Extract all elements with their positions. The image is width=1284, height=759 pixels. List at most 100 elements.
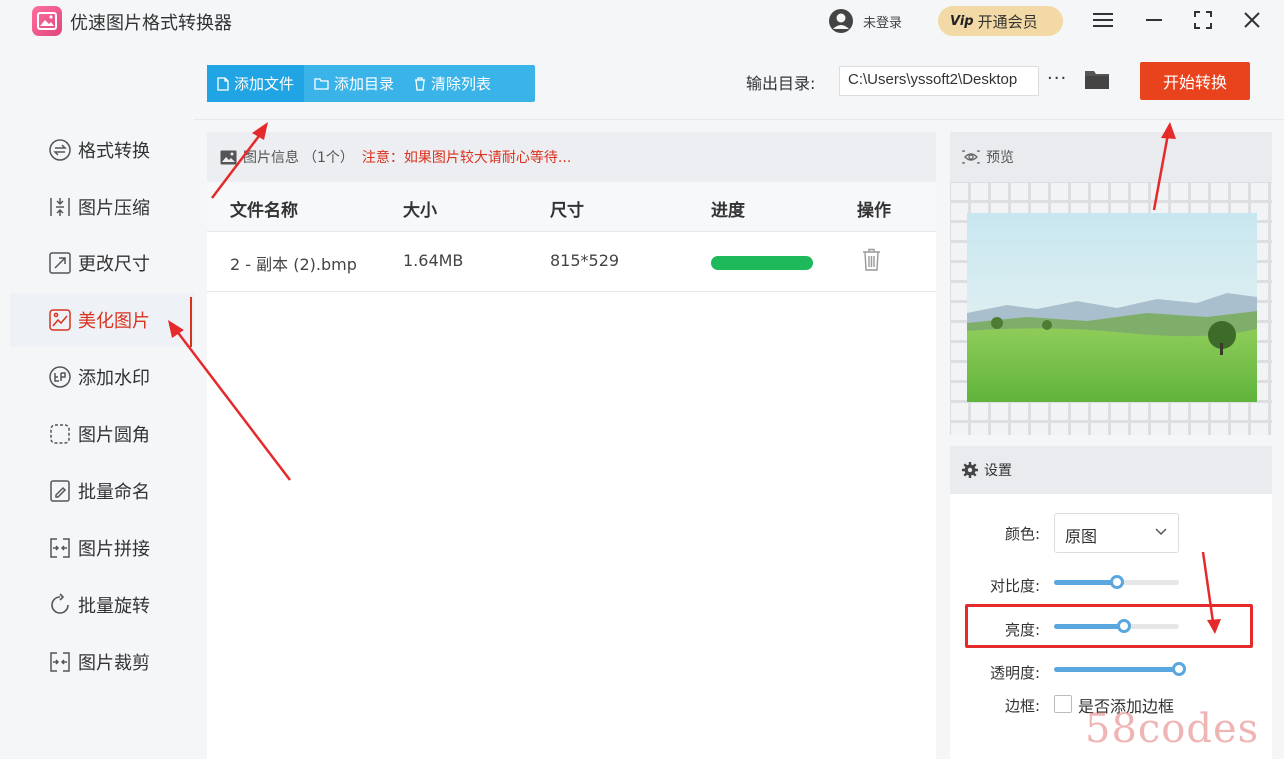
sidebar-item-beautify[interactable]: 美化图片 xyxy=(10,293,194,347)
app-logo-icon xyxy=(32,6,62,36)
border-label: 边框: xyxy=(1004,697,1040,715)
sidebar-item-label: 图片裁剪 xyxy=(78,653,150,674)
output-dir-input[interactable]: C:\Users\yssoft2\Desktop xyxy=(839,66,1039,96)
table-header: 文件名称 大小 尺寸 进度 操作 xyxy=(207,182,936,232)
user-avatar-icon xyxy=(829,9,853,33)
sidebar-item-rotate[interactable]: 批量旋转 xyxy=(10,578,194,632)
sidebar-item-stitch[interactable]: 图片拼接 xyxy=(10,521,194,575)
minimize-icon[interactable] xyxy=(1140,6,1168,34)
border-checkbox[interactable] xyxy=(1054,695,1072,713)
opacity-label: 透明度: xyxy=(989,664,1040,682)
image-info-label: 图片信息 xyxy=(243,150,299,166)
sidebar-item-label: 批量命名 xyxy=(78,482,150,503)
vip-badge-icon: Vip xyxy=(950,13,974,29)
file-list-panel: 图片信息 （1个） 注意：如果图片较大请耐心等待... 文件名称 大小 尺寸 进… xyxy=(207,132,936,759)
opacity-slider[interactable] xyxy=(1054,662,1186,676)
image-info-bar: 图片信息 （1个） 注意：如果图片较大请耐心等待... xyxy=(207,132,936,182)
title-bar: 优速图片格式转换器 未登录 Vip 开通会员 xyxy=(0,0,1284,46)
column-header-dimensions: 尺寸 xyxy=(550,201,584,221)
rotate-icon xyxy=(51,593,69,614)
large-image-note: 注意：如果图片较大请耐心等待... xyxy=(361,150,572,166)
vip-label: 开通会员 xyxy=(977,12,1038,31)
clear-list-label: 清除列表 xyxy=(431,75,492,93)
column-header-progress: 进度 xyxy=(711,201,745,221)
column-header-size: 大小 xyxy=(403,201,437,221)
folder-icon[interactable] xyxy=(1084,68,1110,90)
contrast-label: 对比度: xyxy=(989,577,1040,595)
image-count: （1个） xyxy=(303,150,354,166)
login-status: 未登录 xyxy=(863,15,903,31)
preview-header: 预览 xyxy=(950,132,1272,182)
sidebar-item-crop[interactable]: 图片裁剪 xyxy=(10,635,194,689)
rounded-corner-icon xyxy=(50,424,70,444)
watermark-text: 58codes xyxy=(1085,706,1260,752)
file-name-cell: 2 - 副本 (2).bmp xyxy=(230,255,357,274)
preview-image xyxy=(967,213,1257,402)
opacity-slider-handle[interactable] xyxy=(1172,662,1186,676)
contrast-slider-fill xyxy=(1054,580,1117,585)
toolbar: 添加文件 添加目录 清除列表 输出目录: C:\Users\yssoft2\De… xyxy=(194,46,1284,120)
output-dir-label: 输出目录: xyxy=(746,74,816,93)
start-convert-button[interactable]: 开始转换 xyxy=(1140,62,1250,100)
sidebar-item-label: 图片压缩 xyxy=(78,198,150,219)
swap-icon xyxy=(49,139,71,161)
file-size-cell: 1.64MB xyxy=(403,251,464,270)
app-title: 优速图片格式转换器 xyxy=(70,13,232,34)
file-icon xyxy=(217,76,229,91)
opacity-slider-fill xyxy=(1054,667,1179,672)
sidebar-item-label: 添加水印 xyxy=(78,368,150,389)
rename-icon xyxy=(50,480,70,502)
menu-icon[interactable] xyxy=(1089,6,1117,34)
progress-bar xyxy=(711,256,813,270)
sidebar-item-watermark[interactable]: 添加水印 xyxy=(10,350,194,404)
more-options-button[interactable]: ··· xyxy=(1047,68,1067,89)
resize-icon xyxy=(49,252,71,274)
preview-label: 预览 xyxy=(986,150,1014,166)
sidebar-item-format-convert[interactable]: 格式转换 xyxy=(10,123,194,177)
eye-icon xyxy=(962,150,980,164)
clear-list-button[interactable]: 清除列表 xyxy=(404,65,501,102)
stitch-icon xyxy=(50,538,70,558)
compress-icon xyxy=(50,198,70,216)
sidebar-item-label: 格式转换 xyxy=(78,141,150,162)
sidebar-item-label: 批量旋转 xyxy=(78,596,150,617)
add-folder-label: 添加目录 xyxy=(334,75,395,93)
watermark-icon xyxy=(49,366,71,388)
color-select[interactable]: 原图 xyxy=(1054,513,1179,553)
sidebar-item-label: 更改尺寸 xyxy=(78,254,150,275)
color-label: 颜色: xyxy=(1004,525,1040,543)
login-area[interactable]: 未登录 xyxy=(828,8,902,34)
sidebar-item-compress[interactable]: 图片压缩 xyxy=(10,180,194,234)
sidebar-item-label: 图片圆角 xyxy=(78,425,150,446)
table-row[interactable]: 2 - 副本 (2).bmp 1.64MB 815*529 xyxy=(207,232,936,292)
add-file-label: 添加文件 xyxy=(234,75,295,93)
vip-button[interactable]: Vip 开通会员 xyxy=(938,6,1063,36)
preview-panel: 预览 xyxy=(950,132,1272,435)
color-select-value: 原图 xyxy=(1065,527,1098,546)
sidebar-item-label: 图片拼接 xyxy=(78,539,150,560)
file-dimensions-cell: 815*529 xyxy=(550,251,620,270)
settings-header: 设置 xyxy=(950,446,1272,494)
sidebar-item-label: 美化图片 xyxy=(78,311,150,332)
trash-small-icon xyxy=(415,76,426,91)
folder-outline-icon xyxy=(314,78,329,90)
maximize-icon[interactable] xyxy=(1189,6,1217,34)
brightness-highlight-box xyxy=(965,604,1253,648)
crop-icon xyxy=(50,652,70,672)
sidebar-item-rounded-corner[interactable]: 图片圆角 xyxy=(10,407,194,461)
file-button-group: 添加文件 添加目录 清除列表 xyxy=(207,65,535,102)
sidebar: 格式转换 图片压缩 更改尺寸 美化图片 添加水印 图片圆角 批量命名 图片拼接 … xyxy=(10,46,194,759)
sidebar-item-resize[interactable]: 更改尺寸 xyxy=(10,236,194,290)
contrast-slider[interactable] xyxy=(1054,575,1179,589)
add-folder-button[interactable]: 添加目录 xyxy=(304,65,404,102)
chevron-down-icon xyxy=(1155,528,1167,536)
trash-icon[interactable] xyxy=(862,248,881,271)
column-header-action: 操作 xyxy=(857,201,891,221)
column-header-name: 文件名称 xyxy=(230,201,298,221)
contrast-slider-handle[interactable] xyxy=(1110,575,1124,589)
add-file-button[interactable]: 添加文件 xyxy=(207,65,305,102)
close-icon[interactable] xyxy=(1238,6,1266,34)
image-icon xyxy=(220,150,237,164)
sidebar-item-rename[interactable]: 批量命名 xyxy=(10,464,194,518)
settings-label: 设置 xyxy=(984,463,1012,479)
